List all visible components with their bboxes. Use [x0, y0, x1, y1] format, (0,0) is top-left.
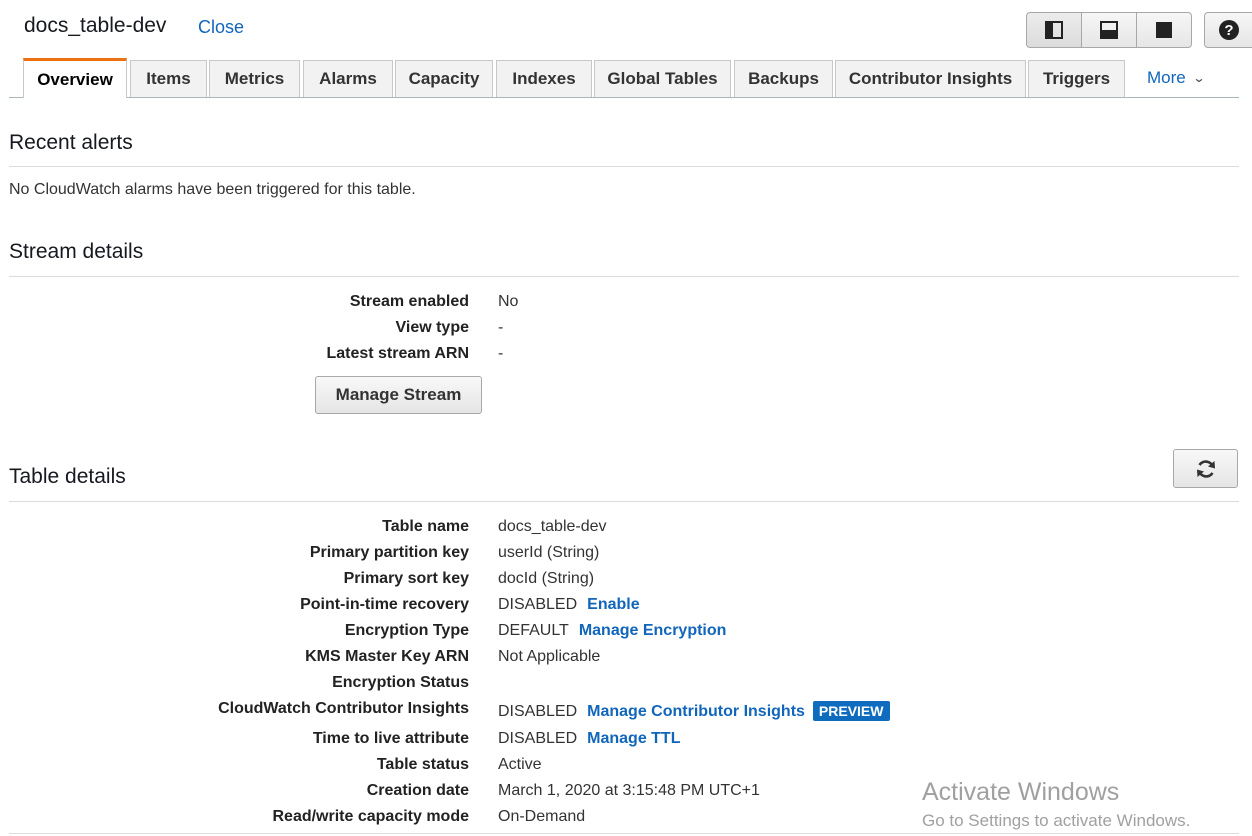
table-title: docs_table-dev	[24, 14, 167, 37]
view-mode-group	[1026, 12, 1192, 48]
tab-triggers[interactable]: Triggers	[1028, 60, 1125, 97]
tab-global-tables[interactable]: Global Tables	[594, 60, 731, 97]
sort-key-label: Primary sort key	[343, 570, 469, 587]
table-details-heading: Table details	[9, 465, 126, 488]
tab-backups[interactable]: Backups	[734, 60, 833, 97]
tab-overview[interactable]: Overview	[23, 58, 127, 98]
tab-metrics[interactable]: Metrics	[209, 60, 300, 97]
activate-windows-subtitle: Go to Settings to activate Windows.	[922, 811, 1191, 830]
table-details-divider	[9, 501, 1239, 502]
manage-stream-button[interactable]: Manage Stream	[315, 376, 482, 414]
split-horizontal-button[interactable]	[1081, 12, 1137, 48]
ttl-label: Time to live attribute	[312, 730, 469, 747]
table-name-value: docs_table-dev	[498, 518, 607, 535]
view-type-value: -	[498, 319, 504, 336]
help-icon: ?	[1219, 20, 1239, 40]
tab-alarms[interactable]: Alarms	[303, 60, 393, 97]
contributor-insights-label: CloudWatch Contributor Insights	[218, 700, 469, 717]
recent-alerts-divider	[9, 166, 1239, 167]
partition-key-value: userId (String)	[498, 544, 600, 561]
manage-encryption-link[interactable]: Manage Encryption	[579, 622, 727, 639]
ttl-row: DISABLED Manage TTL	[498, 730, 680, 748]
full-screen-icon	[1156, 22, 1172, 38]
contributor-insights-row: DISABLED Manage Contributor Insights PREVI…	[498, 701, 890, 721]
contributor-insights-value: DISABLED	[498, 703, 578, 720]
more-label: More	[1147, 68, 1186, 87]
preview-badge: PREVIEW	[812, 701, 890, 721]
panel-header: docs_table-dev Close ?	[0, 0, 1252, 56]
tab-contributor-insights[interactable]: Contributor Insights	[835, 60, 1026, 97]
tab-bar-divider	[9, 97, 1239, 98]
latest-stream-arn-value: -	[498, 345, 504, 362]
stream-details-divider	[9, 276, 1239, 277]
sort-key-value: docId (String)	[498, 570, 595, 587]
stream-enabled-label: Stream enabled	[349, 293, 469, 310]
close-link[interactable]: Close	[198, 17, 244, 38]
kms-key-label: KMS Master Key ARN	[305, 648, 469, 665]
table-name-label: Table name	[382, 518, 469, 535]
split-horizontal-icon	[1100, 21, 1118, 39]
view-type-label: View type	[395, 319, 469, 336]
manage-contributor-insights-link[interactable]: Manage Contributor Insights	[587, 703, 805, 720]
stream-details-heading: Stream details	[9, 240, 144, 263]
full-screen-button[interactable]	[1136, 12, 1192, 48]
tab-indexes[interactable]: Indexes	[496, 60, 592, 97]
table-status-label: Table status	[376, 756, 469, 773]
pitr-row: DISABLED Enable	[498, 596, 640, 614]
encryption-status-label: Encryption Status	[332, 674, 469, 691]
encryption-type-row: DEFAULT Manage Encryption	[498, 622, 726, 640]
creation-date-value: March 1, 2020 at 3:15:48 PM UTC+1	[498, 782, 760, 799]
pitr-value: DISABLED	[498, 596, 578, 613]
partition-key-label: Primary partition key	[309, 544, 469, 561]
split-vertical-button[interactable]	[1026, 12, 1082, 48]
pitr-label: Point-in-time recovery	[300, 596, 469, 613]
recent-alerts-message: No CloudWatch alarms have been triggered…	[9, 181, 416, 198]
tab-more-dropdown[interactable]: More ⌄	[1147, 68, 1206, 88]
creation-date-label: Creation date	[366, 782, 469, 799]
capacity-mode-value: On-Demand	[498, 808, 586, 825]
split-vertical-icon	[1045, 21, 1063, 39]
refresh-button[interactable]	[1173, 449, 1238, 488]
chevron-down-icon: ⌄	[1192, 71, 1206, 85]
ttl-value: DISABLED	[498, 730, 578, 747]
stream-enabled-value: No	[498, 293, 519, 310]
capacity-mode-label: Read/write capacity mode	[272, 808, 469, 825]
help-button[interactable]: ?	[1204, 12, 1252, 48]
kms-key-value: Not Applicable	[498, 648, 601, 665]
bottom-divider	[9, 833, 1239, 834]
pitr-enable-link[interactable]: Enable	[587, 596, 639, 613]
latest-stream-arn-label: Latest stream ARN	[326, 345, 469, 362]
encryption-type-value: DEFAULT	[498, 622, 569, 639]
tab-capacity[interactable]: Capacity	[395, 60, 493, 97]
tab-items[interactable]: Items	[130, 60, 207, 97]
table-status-value: Active	[498, 756, 542, 773]
tab-bar: Overview Items Metrics Alarms Capacity I…	[9, 58, 1239, 98]
encryption-type-label: Encryption Type	[344, 622, 469, 639]
manage-ttl-link[interactable]: Manage TTL	[587, 730, 680, 747]
refresh-icon	[1196, 459, 1215, 478]
activate-windows-title: Activate Windows	[922, 778, 1120, 806]
recent-alerts-heading: Recent alerts	[9, 131, 133, 154]
